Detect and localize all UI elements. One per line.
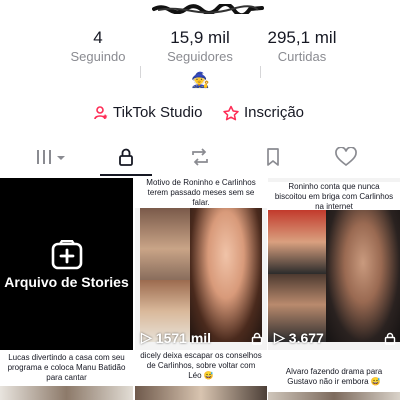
likes-count: 295,1 mil (267, 28, 337, 47)
thumbnail-photo (268, 392, 400, 400)
subscription-label: Inscrição (244, 104, 305, 121)
video-tile[interactable]: Roninho conta que nunca biscoitou em bri… (268, 178, 400, 350)
profile-links: TikTok Studio Inscrição (0, 104, 400, 126)
subscription-link[interactable]: Inscrição (222, 104, 304, 121)
profile-tabs (0, 140, 400, 176)
bookmark-icon (267, 148, 279, 166)
view-count: ▷ 1571 mil (141, 329, 211, 346)
tab-saved[interactable] (243, 140, 303, 174)
video-grid: Arquivo de Stories Motivo de Roninho e C… (0, 178, 400, 400)
video-tile[interactable]: Lucas divertindo a casa com seu programa… (0, 351, 133, 400)
lock-icon (384, 332, 396, 345)
likes-stat[interactable]: 295,1 mil Curtidas (242, 28, 362, 65)
tiktok-studio-link[interactable]: TikTok Studio (93, 104, 202, 121)
profile-stats: 4 Seguindo 15,9 mil Seguidores 295,1 mil… (0, 28, 400, 78)
active-tab-indicator (100, 174, 152, 176)
tab-liked[interactable] (316, 140, 376, 174)
heart-icon (335, 147, 357, 167)
video-caption: Motivo de Roninho e Carlinhos terem pass… (135, 178, 267, 208)
thumbnail-photo (326, 210, 400, 342)
video-caption: Roninho conta que nunca biscoitou em bri… (268, 182, 400, 212)
video-caption: Alvaro fazendo drama para Gustavo não ir… (268, 351, 400, 386)
stories-plus-icon (51, 240, 83, 270)
stories-archive-label: Arquivo de Stories (4, 274, 129, 290)
video-grid-row: Lucas divertindo a casa com seu programa… (0, 351, 400, 400)
video-tile[interactable]: Motivo de Roninho e Carlinhos terem pass… (135, 178, 267, 350)
video-tile[interactable]: dicely deixa escapar os conselhos de Car… (135, 351, 267, 400)
view-count: ▷ 3.677 (274, 329, 324, 346)
tiktok-studio-label: TikTok Studio (113, 104, 203, 121)
thumbnail-photo (0, 386, 133, 400)
tab-private[interactable] (96, 140, 156, 174)
thumbnail-photo (268, 210, 326, 274)
studio-person-icon (94, 105, 108, 119)
bio-emoji: 🧙 (191, 72, 210, 89)
repost-icon (192, 148, 208, 166)
tab-videos-grid[interactable] (22, 140, 82, 174)
view-count-value: 1571 mil (155, 329, 212, 346)
lock-icon (119, 148, 133, 166)
play-icon: ▷ (274, 329, 285, 345)
stat-divider (140, 66, 141, 78)
username-redacted (152, 4, 264, 14)
subscription-star-icon (223, 105, 239, 120)
tab-reposts[interactable] (170, 140, 230, 174)
stat-divider (260, 66, 261, 78)
likes-label: Curtidas (277, 49, 327, 64)
play-icon: ▷ (141, 329, 152, 345)
grid-bars-icon (37, 150, 65, 164)
stories-archive-tile[interactable]: Arquivo de Stories (0, 178, 133, 350)
video-caption: Lucas divertindo a casa com seu programa… (0, 351, 133, 382)
video-tile[interactable]: Alvaro fazendo drama para Gustavo não ir… (268, 351, 400, 400)
view-count-value: 3.677 (288, 329, 324, 346)
thumbnail-photo (190, 208, 262, 342)
video-caption: dicely deixa escapar os conselhos de Car… (135, 351, 267, 381)
lock-icon (251, 332, 263, 345)
thumbnail-photo (135, 386, 267, 400)
